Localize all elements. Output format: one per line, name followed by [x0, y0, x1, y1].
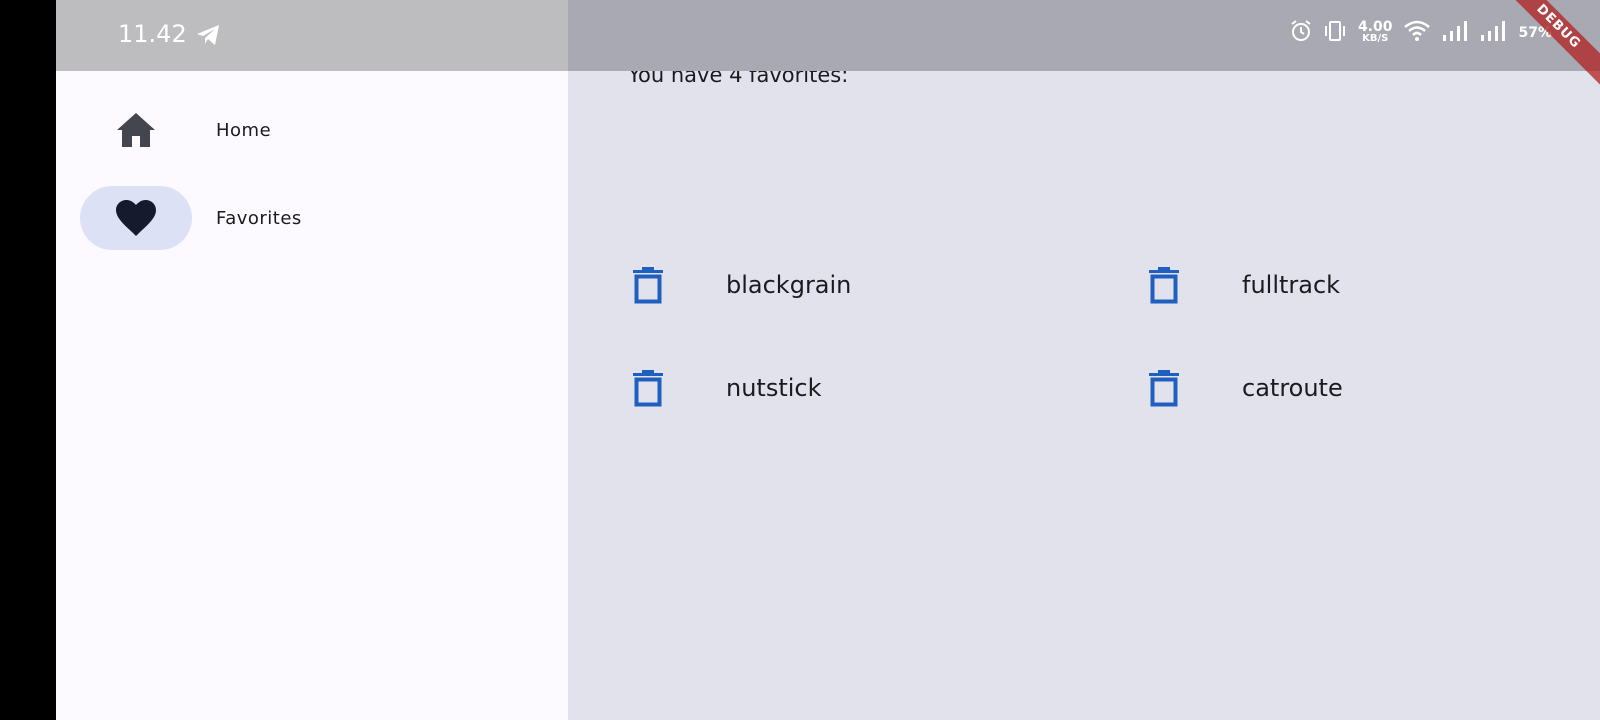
favorites-page — [568, 0, 1600, 720]
favorite-item: blackgrain — [628, 265, 1128, 325]
vibrate-icon — [1324, 20, 1346, 46]
nav-label-favorites: Favorites — [216, 208, 302, 229]
telegram-icon — [196, 24, 220, 50]
delete-icon[interactable] — [1144, 265, 1184, 305]
screen-cutout — [0, 0, 56, 720]
nav-label-home: Home — [216, 120, 272, 141]
status-bar: 11.42 4.00 KB/S 57% — [56, 0, 1600, 71]
favorite-label: catroute — [1242, 374, 1343, 402]
favorite-item: nutstick — [628, 368, 1128, 428]
favorite-item: catroute — [1144, 368, 1600, 428]
nav-item-home[interactable]: Home — [80, 98, 560, 162]
status-time: 11.42 — [118, 20, 187, 48]
network-rate-value: 4.00 — [1357, 19, 1393, 35]
signal-icon — [1480, 20, 1506, 46]
favorite-label: blackgrain — [726, 271, 852, 299]
delete-icon[interactable] — [628, 368, 668, 408]
network-rate-unit: KB/S — [1362, 33, 1389, 44]
wifi-icon — [1404, 20, 1431, 46]
nav-item-favorites[interactable]: Favorites — [80, 186, 560, 250]
home-icon — [114, 110, 158, 150]
delete-icon[interactable] — [628, 265, 668, 305]
favorite-label: nutstick — [726, 374, 822, 402]
signal-icon — [1442, 20, 1468, 46]
status-icons: 4.00 KB/S 57% — [1290, 20, 1552, 46]
navigation-rail: Home Favorites — [56, 0, 568, 720]
favorite-item: fulltrack — [1144, 265, 1600, 325]
heart-icon — [114, 198, 158, 238]
delete-icon[interactable] — [1144, 368, 1184, 408]
network-rate: 4.00 KB/S — [1357, 19, 1393, 45]
favorite-label: fulltrack — [1242, 271, 1341, 299]
alarm-icon — [1290, 20, 1312, 46]
